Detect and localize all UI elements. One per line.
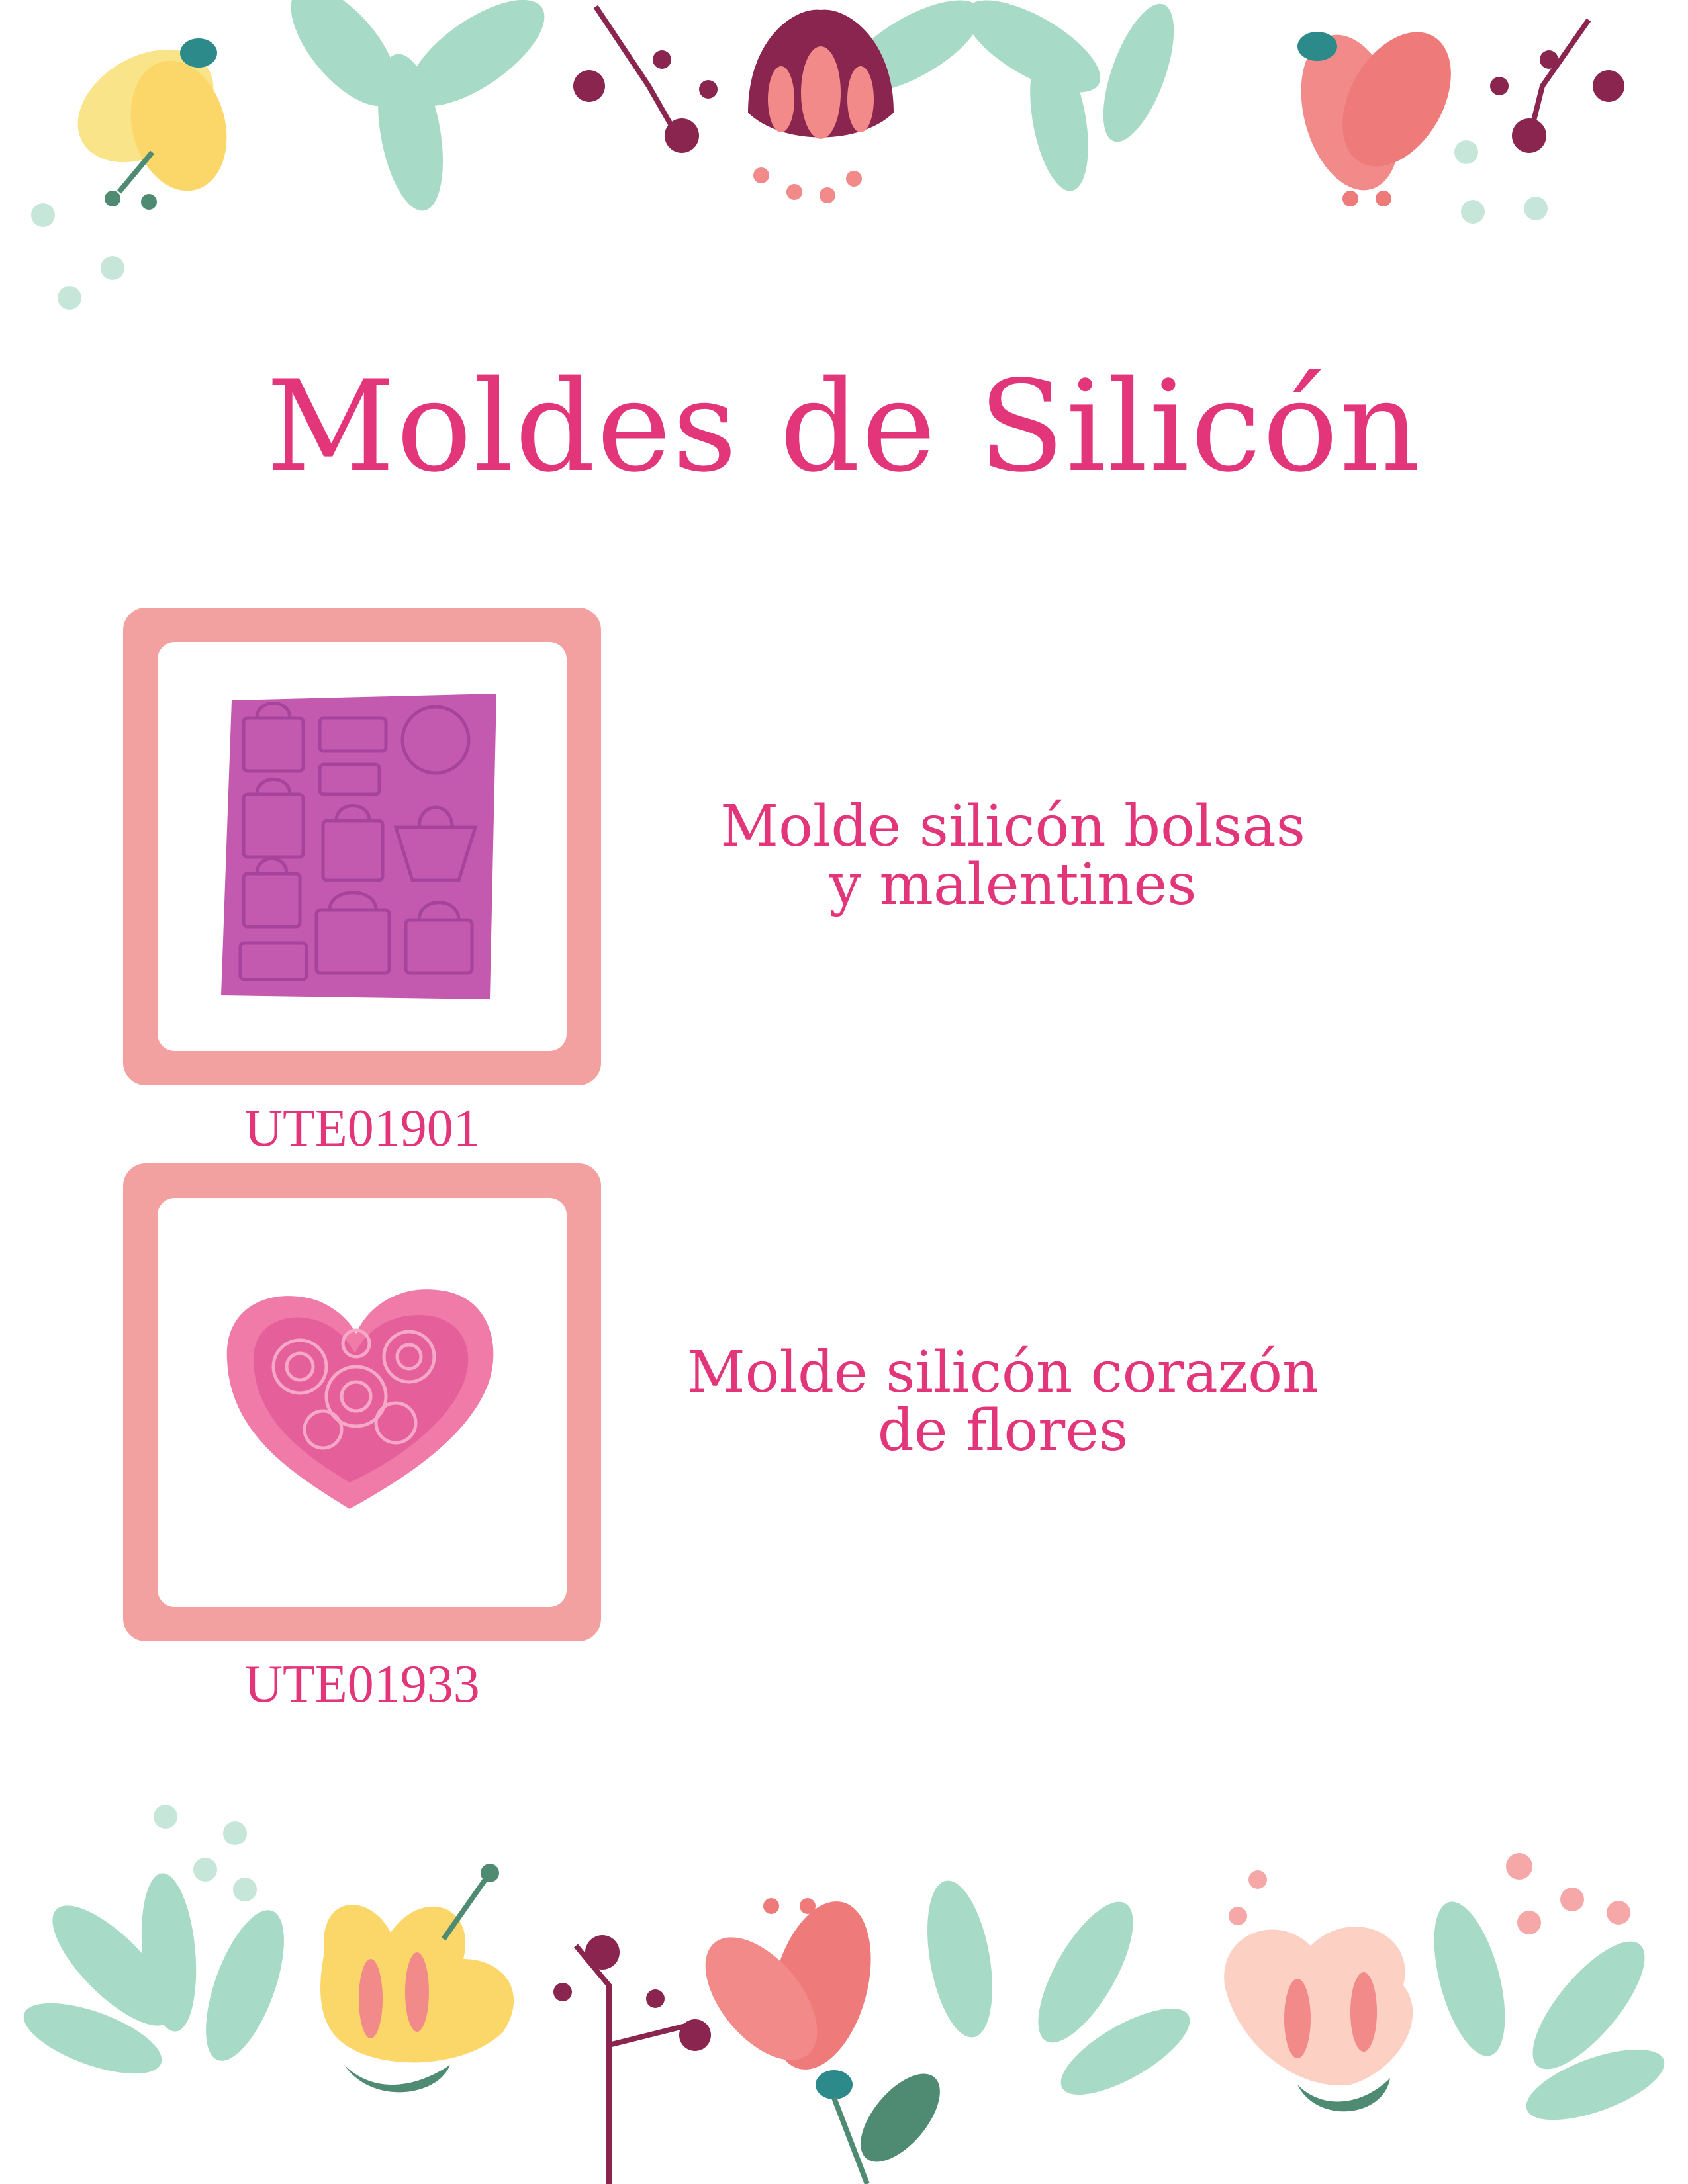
light-pink-flower-icon [1224, 1870, 1413, 2112]
bottom-floral-border [23, 1805, 1665, 2184]
product-name-line: y malentines [829, 852, 1197, 918]
page-title: Moldes de Silicón [266, 353, 1422, 500]
maroon-flower-icon [748, 9, 894, 203]
pink-flower-icon [705, 1898, 940, 2184]
product-description: Molde silicón bolsas y malentines [616, 797, 1410, 914]
berry-branch-icon [553, 1935, 711, 2184]
product-image-area [158, 642, 567, 1051]
product-image-area [158, 1198, 567, 1607]
purple-bag-mold-image [221, 694, 496, 999]
top-floral-border [31, 0, 1624, 310]
leaf-cluster-icon [291, 0, 1174, 211]
product-code: UTE01901 [244, 1099, 480, 1158]
product-name-line: Molde silicón corazón [686, 1340, 1319, 1406]
pink-heart-flower-mold-image [226, 1289, 494, 1509]
decorative-dots-icon [31, 140, 1548, 310]
product-code: UTE01933 [244, 1655, 480, 1713]
product-description: Molde silicón corazón de flores [606, 1343, 1400, 1460]
pink-flower-icon [1297, 32, 1451, 206]
decorative-dots-icon [1506, 1853, 1630, 1934]
product-image-frame [123, 608, 601, 1085]
product-image-frame [123, 1163, 601, 1641]
yellow-flower-icon [320, 1864, 514, 2093]
yellow-flower-icon [77, 38, 227, 210]
product-name-line: Molde silicón bolsas [720, 794, 1305, 860]
product-name-line: de flores [877, 1398, 1129, 1464]
